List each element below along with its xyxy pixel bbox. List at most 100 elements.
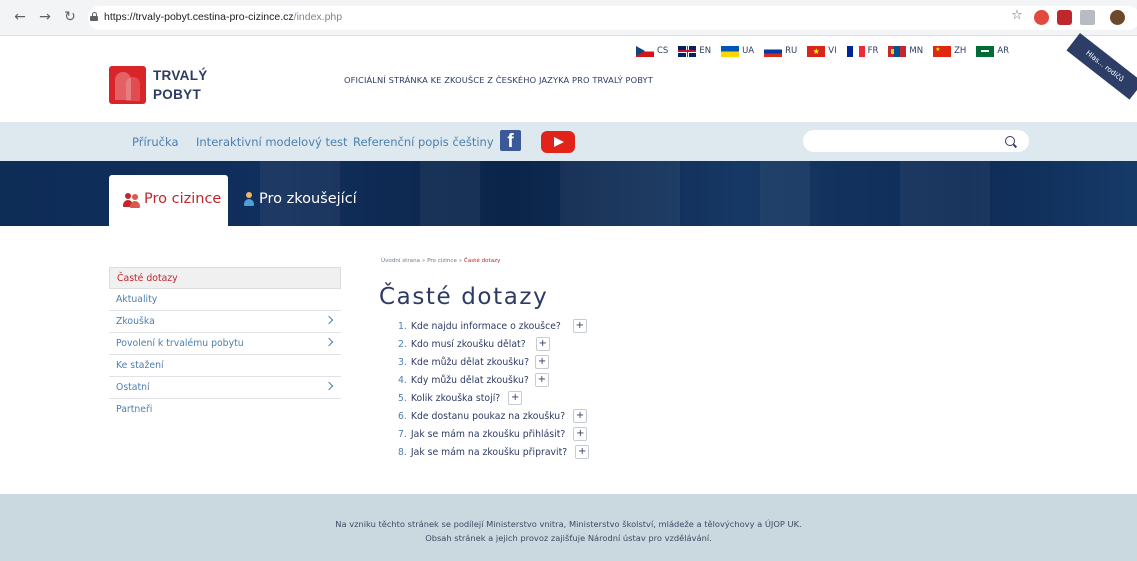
- france-flag-icon: [846, 45, 865, 57]
- faq-item[interactable]: 4. Kdy můžu dělat zkoušku? +: [398, 373, 549, 387]
- faq-question[interactable]: Kdo musí zkoušku dělat?: [411, 339, 526, 350]
- faq-number: 1.: [398, 320, 407, 332]
- language-switcher: CS EN UA RU ★ VI FR MN ★ ZH AR: [636, 44, 1019, 58]
- vietnam-flag-icon: ★: [807, 45, 826, 57]
- breadcrumb-current: Časté dotazy: [463, 258, 501, 264]
- ukraine-flag-icon: [721, 45, 740, 57]
- sidebar-item-exam[interactable]: Zkouška: [109, 311, 341, 333]
- corner-ribbon[interactable]: Hlas... rodičů: [1066, 33, 1137, 100]
- sidebar-item-other[interactable]: Ostatní: [109, 377, 341, 399]
- language-cs[interactable]: CS: [636, 45, 669, 57]
- language-ru[interactable]: RU: [764, 45, 797, 57]
- uk-flag-icon: [678, 45, 697, 57]
- faq-item[interactable]: 3. Kde můžu dělat zkoušku? +: [398, 355, 550, 369]
- faq-question[interactable]: Jak se mám na zkoušku připravit?: [411, 447, 567, 458]
- faq-question[interactable]: Kolik zkouška stojí?: [411, 393, 500, 404]
- breadcrumb-parent[interactable]: Pro cizince: [427, 258, 457, 264]
- faq-question[interactable]: Kdy můžu dělat zkoušku?: [411, 375, 529, 386]
- faq-number: 5.: [398, 392, 407, 404]
- search-input[interactable]: [803, 130, 1029, 152]
- language-ar[interactable]: AR: [976, 45, 1010, 57]
- faq-item[interactable]: 2. Kdo musí zkoušku dělat? +: [398, 337, 550, 351]
- sidebar-item-downloads[interactable]: Ke stažení: [109, 355, 341, 377]
- chevron-right-icon: [324, 315, 334, 325]
- facebook-icon[interactable]: f: [500, 130, 521, 151]
- saudi-flag-icon: [976, 45, 995, 57]
- language-code: AR: [997, 46, 1010, 56]
- nav-link-reference[interactable]: Referenční popis češtiny: [353, 135, 494, 149]
- logo-text-line2[interactable]: POBYT: [153, 87, 201, 102]
- faq-number: 8.: [398, 446, 407, 458]
- sidebar-item-label: Povolení k trvalému pobytu: [116, 338, 244, 349]
- url-host: https://trvaly-pobyt.cestina-pro-cizince…: [104, 11, 294, 23]
- language-code: ZH: [954, 46, 967, 56]
- site-tagline: OFICIÁLNÍ STRÁNKA KE ZKOUŠCE Z ČESKÉHO J…: [344, 75, 653, 85]
- language-code: UA: [742, 46, 755, 56]
- lock-icon: [90, 12, 98, 21]
- language-vi[interactable]: ★ VI: [807, 45, 837, 57]
- extension-icon[interactable]: [1057, 10, 1072, 25]
- footer-text-line1: Na vzniku těchto stránek se podílejí Min…: [335, 519, 802, 529]
- sidebar-item-label: Ostatní: [116, 382, 150, 393]
- sidebar-item-label: Časté dotazy: [117, 273, 178, 284]
- back-arrow-icon[interactable]: ←: [12, 9, 28, 25]
- search-icon[interactable]: [1005, 136, 1015, 146]
- nav-link-model-test[interactable]: Interaktivní modelový test: [196, 135, 348, 149]
- page-title: Časté dotazy: [379, 284, 549, 310]
- faq-number: 7.: [398, 428, 407, 440]
- faq-number: 4.: [398, 374, 407, 386]
- faq-item[interactable]: 7. Jak se mám na zkoušku přihlásit? +: [398, 427, 588, 441]
- language-mn[interactable]: MN: [888, 45, 924, 57]
- footer-text-line2: Obsah stránek a jejich provoz zajišťuje …: [425, 533, 712, 543]
- faq-question[interactable]: Kde dostanu poukaz na zkoušku?: [411, 411, 565, 422]
- language-zh[interactable]: ★ ZH: [933, 45, 967, 57]
- youtube-icon[interactable]: [541, 131, 575, 153]
- sidebar-item-faq[interactable]: Časté dotazy: [109, 267, 341, 289]
- url-path: /index.php: [293, 11, 343, 23]
- language-en[interactable]: EN: [678, 45, 711, 57]
- expand-button[interactable]: +: [575, 445, 590, 459]
- extension-icon[interactable]: [1080, 10, 1095, 25]
- expand-button[interactable]: +: [534, 373, 549, 387]
- reload-icon[interactable]: ↻: [62, 9, 78, 25]
- mongolia-flag-icon: [888, 45, 907, 57]
- logo-text-line1[interactable]: TRVALÝ: [153, 68, 208, 83]
- sidebar-item-news[interactable]: Aktuality: [109, 289, 341, 311]
- faq-item[interactable]: 6. Kde dostanu poukaz na zkoušku? +: [398, 409, 588, 423]
- language-fr[interactable]: FR: [846, 45, 878, 57]
- forward-arrow-icon[interactable]: →: [37, 9, 53, 25]
- china-flag-icon: ★: [933, 45, 952, 57]
- adblock-extension-icon[interactable]: [1034, 10, 1049, 25]
- faq-number: 2.: [398, 338, 407, 350]
- language-code: VI: [828, 46, 837, 56]
- language-code: CS: [657, 46, 669, 56]
- faq-item[interactable]: 8. Jak se mám na zkoušku připravit? +: [398, 445, 590, 459]
- site-logo[interactable]: [109, 66, 146, 104]
- language-code: MN: [909, 46, 924, 56]
- person-icon: [242, 192, 258, 208]
- chevron-right-icon: [324, 337, 334, 347]
- faq-question[interactable]: Kde můžu dělat zkoušku?: [411, 357, 529, 368]
- breadcrumb-home[interactable]: Úvodní strana: [381, 258, 420, 264]
- language-ua[interactable]: UA: [721, 45, 755, 57]
- bookmark-star-icon[interactable]: ☆: [1009, 8, 1025, 24]
- tab-label-pro-cizince[interactable]: Pro cizince: [144, 191, 221, 207]
- expand-button[interactable]: +: [535, 355, 550, 369]
- expand-button[interactable]: +: [573, 427, 588, 441]
- nav-link-handbook[interactable]: Příručka: [132, 135, 179, 149]
- profile-avatar[interactable]: [1110, 10, 1125, 25]
- faq-question[interactable]: Jak se mám na zkoušku přihlásit?: [411, 429, 565, 440]
- faq-item[interactable]: 5. Kolik zkouška stojí? +: [398, 391, 523, 405]
- sidebar-item-partners[interactable]: Partneři: [109, 399, 341, 421]
- expand-button[interactable]: +: [573, 409, 588, 423]
- expand-button[interactable]: +: [535, 337, 550, 351]
- expand-button[interactable]: +: [508, 391, 523, 405]
- faq-question[interactable]: Kde najdu informace o zkoušce?: [411, 321, 561, 332]
- tab-pro-zkousejici[interactable]: Pro zkoušející: [259, 191, 357, 207]
- sidebar-item-label: Aktuality: [116, 294, 158, 305]
- faq-number: 3.: [398, 356, 407, 368]
- url-text: https://trvaly-pobyt.cestina-pro-cizince…: [104, 11, 342, 23]
- expand-button[interactable]: +: [572, 319, 587, 333]
- faq-item[interactable]: 1. Kde najdu informace o zkoušce? +: [398, 319, 587, 333]
- sidebar-item-permit[interactable]: Povolení k trvalému pobytu: [109, 333, 341, 355]
